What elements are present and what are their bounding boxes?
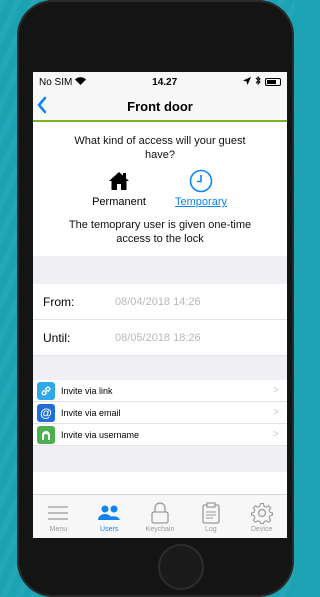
tab-device[interactable]: Device [237,501,287,533]
invite-via-username-label: Invite via username [61,429,140,440]
access-description: The temoprary user is given one-time acc… [68,219,252,245]
battery-icon [265,78,281,86]
tab-log[interactable]: Log [186,501,236,533]
from-date-value[interactable]: 08/04/2018 14:26 [115,296,201,308]
tab-menu-label: Menu [49,525,68,533]
at-sign-icon: @ [37,403,55,422]
section-divider [33,256,287,284]
tab-users[interactable]: Users [84,501,134,533]
status-time: 14.27 [152,76,178,88]
app-screen: No SIM 14.27 Front door What kind of acc… [33,72,287,538]
chevron-left-icon [37,96,47,114]
temporary-label: Temporary [175,196,227,208]
tab-keychain-label: Keychain [145,525,175,533]
navigation-bar: Front door [33,92,287,122]
clock-icon [189,168,213,194]
tab-menu[interactable]: Menu [33,501,83,533]
until-date-value[interactable]: 08/05/2018 18:26 [115,332,201,344]
gear-icon [250,501,273,525]
home-button[interactable] [158,544,204,590]
temporary-option[interactable]: Temporary [166,168,236,208]
access-type-section: What kind of access will your guest have… [33,122,287,246]
chevron-right-icon: > [273,429,279,440]
page-title: Front door [127,98,193,114]
permanent-option[interactable]: Permanent [84,168,154,208]
until-label: Until: [43,330,71,345]
until-date-row[interactable]: Until: 08/05/2018 18:26 [33,320,287,356]
back-button[interactable] [37,96,47,117]
section-divider [33,446,287,472]
invite-via-username-row[interactable]: Invite via username > [33,424,287,446]
invite-via-link-label: Invite via link [61,385,113,396]
clipboard-icon [202,501,220,525]
invite-via-link-row[interactable]: Invite via link > [33,380,287,402]
section-divider [33,356,287,380]
person-icon [37,425,55,444]
tab-users-label: Users [100,525,119,533]
location-icon [243,76,251,88]
access-question: What kind of access will your guest have… [74,135,246,161]
carrier-label: No SIM [39,76,73,88]
link-icon [37,381,55,400]
users-icon [97,501,121,525]
invite-via-email-row[interactable]: @ Invite via email > [33,402,287,424]
menu-icon [47,501,69,525]
chevron-right-icon: > [273,407,279,418]
wifi-icon [75,76,87,88]
chevron-right-icon: > [273,385,279,396]
tab-keychain[interactable]: Keychain [135,501,185,533]
status-bar: No SIM 14.27 [33,72,287,92]
tab-bar: Menu Users Keychain Log Device [33,494,287,538]
tab-log-label: Log [204,525,217,533]
lock-icon [151,501,169,525]
tab-device-label: Device [250,525,273,533]
from-date-row[interactable]: From: 08/04/2018 14:26 [33,284,287,320]
permanent-label: Permanent [92,196,146,208]
house-icon [108,168,130,194]
bluetooth-icon [255,75,261,88]
invite-via-email-label: Invite via email [61,407,121,418]
from-label: From: [43,294,75,309]
